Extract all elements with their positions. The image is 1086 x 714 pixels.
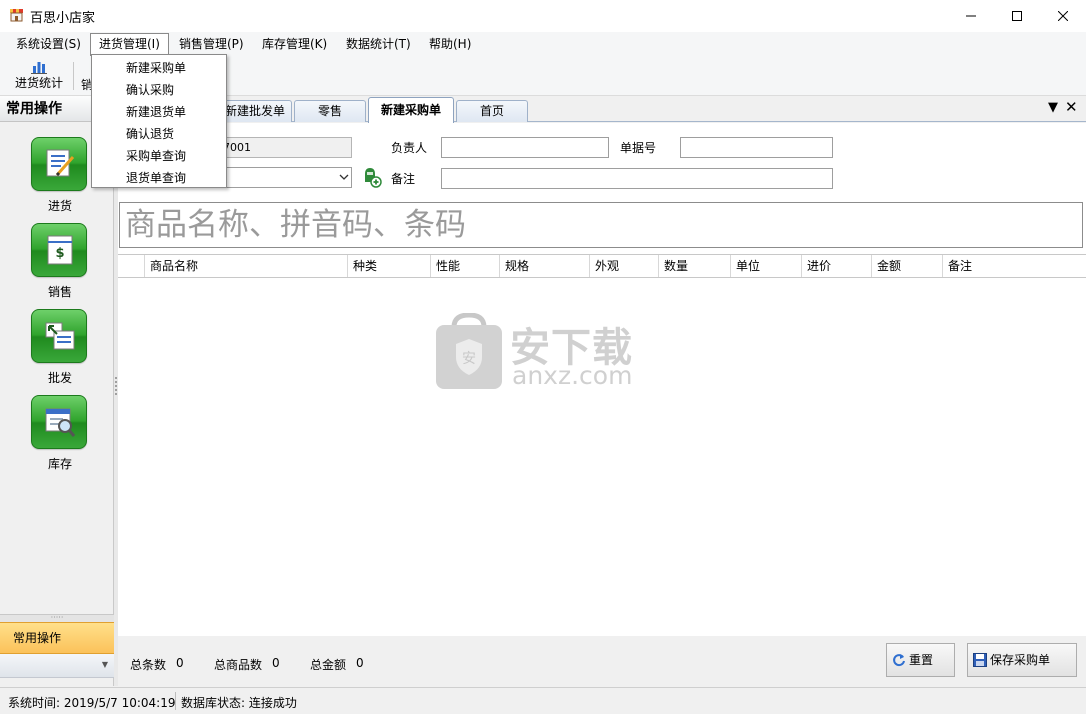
database-status: 数据库状态: 连接成功 (181, 696, 297, 710)
system-time-status: 系统时间: 2019/5/7 10:04:19 (8, 696, 176, 710)
sidebar-button-purchase[interactable]: 进货 (31, 137, 89, 214)
document-tabs: 新建批发单 零售 新建采购单 首页 ▼ ✕ (118, 96, 1086, 123)
product-search-box[interactable] (119, 202, 1083, 248)
add-supplier-icon[interactable] (362, 166, 382, 188)
remark-input[interactable] (441, 168, 833, 189)
items-grid-header: 商品名称 种类 性能 规格 外观 数量 单位 进价 金额 备注 (118, 254, 1086, 278)
shield-bag-icon: 安 (436, 313, 502, 389)
summary-footer: 总条数 0 总商品数 0 总金额 0 重置 保存采购单 (118, 636, 1086, 686)
total-quantity-value: 0 (272, 656, 280, 670)
tab-new-purchase-order[interactable]: 新建采购单 (368, 97, 454, 123)
menuitem-new-return-order[interactable]: 新建退货单 (92, 101, 226, 123)
close-icon (1058, 11, 1068, 21)
wholesale-icon (45, 322, 75, 350)
column-header-appearance[interactable]: 外观 (590, 255, 659, 277)
reset-label: 重置 (909, 653, 934, 667)
watermark: 安 安下载 anxz.com (434, 313, 654, 393)
sidebar-splitter-grip[interactable]: ····· (0, 614, 114, 622)
svg-text:$: $ (55, 246, 64, 261)
sidebar-button-sales[interactable]: $ 销售 (31, 223, 89, 300)
minimize-button[interactable] (948, 0, 994, 32)
menuitem-confirm-purchase[interactable]: 确认采购 (92, 79, 226, 101)
toolbar-separator (73, 62, 74, 90)
sidebar-button-wholesale[interactable]: 批发 (31, 309, 89, 386)
menuitem-new-purchase-order[interactable]: 新建采购单 (92, 57, 226, 79)
menu-sales-management[interactable]: 销售管理(P) (171, 33, 252, 55)
menu-statistics[interactable]: 数据统计(T) (338, 33, 419, 55)
menu-inventory-management[interactable]: 库存管理(K) (254, 33, 335, 55)
total-quantity-label: 总商品数 (214, 658, 263, 672)
tab-new-wholesale-order[interactable]: 新建批发单 (218, 100, 292, 122)
column-header-spec[interactable]: 规格 (500, 255, 590, 277)
sidebar-overflow-button[interactable]: ▼ (0, 654, 114, 678)
menu-purchase-management[interactable]: 进货管理(I) (90, 33, 169, 56)
menu-help[interactable]: 帮助(H) (421, 33, 479, 55)
total-rows-value: 0 (176, 656, 184, 670)
doc-no-label: 单据号 (620, 141, 657, 155)
bar-chart-icon (31, 62, 47, 74)
menuitem-purchase-order-query[interactable]: 采购单查询 (92, 145, 226, 167)
chevron-down-icon: ▼ (101, 660, 108, 669)
total-rows-label: 总条数 (130, 658, 167, 672)
svg-text:安: 安 (462, 351, 476, 367)
sidebar-label-wholesale: 批发 (47, 371, 72, 385)
sales-icon: $ (47, 235, 73, 265)
manager-input[interactable] (441, 137, 609, 158)
doc-no-input[interactable] (680, 137, 833, 158)
column-header-amount[interactable]: 金额 (872, 255, 943, 277)
window-title: 百思小店家 (30, 11, 96, 26)
menu-bar: 系统设置(S) 进货管理(I) 销售管理(P) 库存管理(K) 数据统计(T) … (0, 32, 1086, 56)
column-header-unit[interactable]: 单位 (731, 255, 802, 277)
column-header-category[interactable]: 种类 (348, 255, 431, 277)
tab-retail[interactable]: 零售 (294, 100, 366, 122)
column-header-product-name[interactable]: 商品名称 (145, 255, 348, 277)
main-area: 新建批发单 零售 新建采购单 首页 ▼ ✕ 7001 负责人 单据号 备注 商品… (118, 96, 1086, 686)
title-bar: 百思小店家 (0, 0, 1086, 32)
purchase-stats-button[interactable]: 进货统计 (10, 58, 68, 94)
purchase-menu-dropdown: 新建采购单 确认采购 新建退货单 确认退货 采购单查询 退货单查询 (91, 54, 227, 188)
sidebar-label-inventory: 库存 (47, 457, 72, 471)
minimize-icon (966, 15, 976, 17)
save-label: 保存采购单 (990, 653, 1051, 667)
purchase-order-panel: 7001 负责人 单据号 备注 商品名称 种类 性能 规格 外观 (118, 123, 1086, 636)
tab-list-dropdown-icon[interactable]: ▼ (1048, 100, 1058, 115)
status-separator (175, 692, 176, 710)
refresh-icon (893, 654, 905, 667)
save-icon (973, 653, 987, 667)
shop-icon (10, 9, 23, 22)
column-header-purchase-price[interactable]: 进价 (802, 255, 872, 277)
reset-button[interactable]: 重置 (886, 643, 955, 677)
chevron-down-icon (339, 174, 349, 180)
sidebar-label-purchase: 进货 (47, 199, 72, 213)
column-header-quantity[interactable]: 数量 (659, 255, 731, 277)
watermark-en-text: anxz.com (512, 361, 633, 390)
product-search-input[interactable] (120, 203, 1082, 247)
sidebar-label-sales: 销售 (47, 285, 72, 299)
remark-label: 备注 (391, 172, 416, 186)
sidebar-button-inventory[interactable]: 库存 (31, 395, 89, 472)
order-id-field: 7001 (218, 137, 352, 158)
supplier-combobox[interactable] (218, 167, 352, 188)
maximize-button[interactable] (994, 0, 1040, 32)
close-button[interactable] (1040, 0, 1086, 32)
total-amount-label: 总金额 (310, 658, 347, 672)
inventory-icon (45, 408, 76, 437)
purchase-stats-label: 进货统计 (14, 76, 63, 90)
status-bar: 系统时间: 2019/5/7 10:04:19 数据库状态: 连接成功 (0, 687, 1086, 714)
sidebar-group-common[interactable]: 常用操作 (0, 622, 114, 654)
tab-close-icon[interactable]: ✕ (1065, 98, 1078, 116)
save-purchase-order-button[interactable]: 保存采购单 (967, 643, 1077, 677)
column-header-performance[interactable]: 性能 (431, 255, 500, 277)
tab-home[interactable]: 首页 (456, 100, 528, 122)
menuitem-confirm-return[interactable]: 确认退货 (92, 123, 226, 145)
manager-label: 负责人 (391, 141, 428, 155)
menuitem-return-order-query[interactable]: 退货单查询 (92, 167, 226, 189)
menu-system-settings[interactable]: 系统设置(S) (8, 33, 89, 55)
total-amount-value: 0 (356, 656, 364, 670)
maximize-icon (1012, 11, 1022, 21)
purchase-icon (46, 149, 75, 177)
row-selector-header (118, 255, 145, 277)
column-header-remark[interactable]: 备注 (943, 255, 1086, 277)
